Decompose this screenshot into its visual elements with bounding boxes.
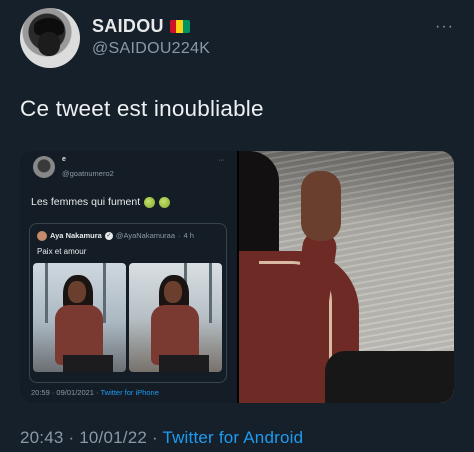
tweet-source-link[interactable]: Twitter for Android	[162, 428, 303, 447]
author-handle[interactable]: @SAIDOU224K	[92, 40, 210, 58]
photo-head	[164, 281, 182, 303]
photo-hand	[301, 171, 341, 241]
embedded-avatar	[33, 156, 55, 178]
embedded-meta: 20:59 · 09/01/2021 · Twitter for iPhone	[31, 388, 159, 397]
quoted-author-handle: @AyaNakamuraa	[115, 231, 176, 240]
photo-pants	[63, 355, 113, 372]
embedded-author-name: e	[62, 156, 66, 163]
quoted-photo-2	[129, 263, 222, 372]
photo-pole	[103, 263, 106, 323]
embedded-source: Twitter for iPhone	[100, 388, 159, 397]
quoted-text: Paix et amour	[37, 247, 87, 256]
embedded-screenshot[interactable]: e @goatnumero2 ··· Les femmes qui fument…	[20, 151, 237, 403]
embedded-tweet-text: Les femmes qui fument	[31, 196, 141, 208]
quoted-tweet: Aya Nakamura ✓ @AyaNakamuraa · 4 h Paix …	[29, 223, 227, 383]
more-options-icon[interactable]: ···	[435, 18, 454, 36]
embedded-author-handle: @goatnumero2	[62, 169, 114, 178]
verified-icon: ✓	[104, 231, 113, 240]
tweet-photo[interactable]	[239, 151, 454, 403]
quoted-author-name: Aya Nakamura	[50, 231, 102, 240]
photo-pole	[209, 263, 212, 323]
tweet-text: Ce tweet est inoubliable	[20, 96, 264, 121]
nauseated-face-icon	[159, 196, 171, 208]
photo-pole	[45, 263, 48, 323]
embedded-more-icon: ···	[218, 157, 225, 164]
photo-pants	[325, 351, 454, 403]
photo-head	[68, 281, 86, 303]
nauseated-face-icon	[144, 196, 156, 208]
quoted-separator: ·	[178, 231, 181, 240]
quoted-photo-1	[33, 263, 126, 372]
embedded-time: 20:59 · 09/01/2021 ·	[31, 388, 101, 397]
quoted-avatar	[37, 231, 47, 241]
author-name[interactable]: SAIDOU	[92, 16, 164, 37]
tweet-time: 20:43 · 10/01/22 ·	[20, 428, 163, 447]
avatar-face	[38, 32, 60, 56]
quoted-age: 4 h	[183, 231, 194, 240]
tweet-media[interactable]: e @goatnumero2 ··· Les femmes qui fument…	[20, 151, 454, 403]
photo-pants	[159, 355, 209, 372]
author-name-row: SAIDOU	[92, 16, 190, 37]
guinea-flag-icon	[169, 20, 190, 33]
embedded-tweet-text-row: Les femmes qui fument	[31, 196, 171, 208]
tweet-meta: 20:43 · 10/01/22 · Twitter for Android	[20, 428, 303, 448]
author-avatar[interactable]	[20, 8, 80, 68]
quoted-header: Aya Nakamura ✓ @AyaNakamuraa · 4 h	[50, 231, 194, 240]
